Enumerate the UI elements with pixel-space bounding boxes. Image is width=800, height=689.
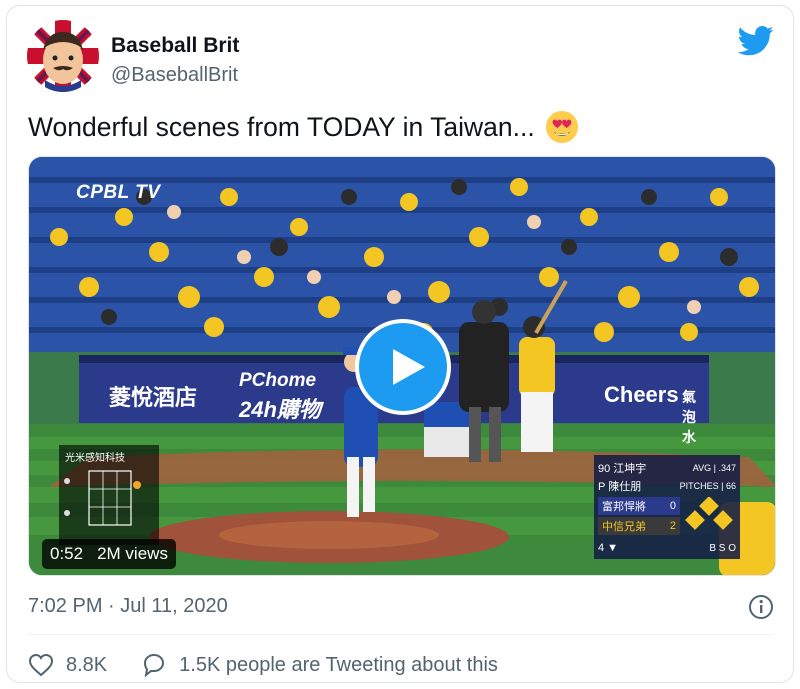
video-duration: 0:52 [50, 544, 84, 563]
inning-indicator: 4 ▼ [598, 542, 619, 554]
action-bar: 8.8K 1.5K people are Tweeting about this [28, 650, 498, 680]
count-indicator: B S O [709, 542, 736, 554]
tweet-text: Wonderful scenes from TODAY in Taiwan... [28, 110, 579, 144]
batter-label: 90 江坤宇 [598, 463, 647, 475]
team2-score: 2 [669, 520, 676, 532]
play-icon [393, 349, 425, 385]
tweet-body: Wonderful scenes from TODAY in Taiwan... [28, 111, 535, 142]
broadcast-logo: CPBL TV [76, 182, 161, 203]
like-count: 8.8K [66, 653, 108, 676]
bases-icon [685, 497, 733, 530]
video-player[interactable]: CPBL TV 菱悅酒店 PChome 24h購物 Cheers 氣泡水 光米感… [28, 156, 776, 576]
pitcher-label: P 陳仕朋 [598, 481, 642, 493]
pitch-location-box: 光米感知科技 [59, 445, 159, 545]
speech-bubble-icon [144, 653, 165, 677]
tweeting-about-button[interactable]: 1.5K people are Tweeting about this [141, 653, 498, 677]
play-button[interactable] [355, 319, 451, 415]
team1-score: 0 [669, 500, 676, 512]
pitch-count: PITCHES | 66 [679, 481, 736, 491]
heart-eyes-emoji-icon [545, 110, 578, 144]
heart-outline-icon [28, 653, 54, 677]
banner-hotel: 菱悅酒店 [109, 385, 198, 410]
banner-cheers-sub: 氣泡水 [682, 389, 696, 445]
tweeting-about-text: 1.5K people are Tweeting about this [179, 653, 498, 676]
team2-name: 中信兄弟 [602, 521, 646, 533]
batter-avg: AVG | .347 [692, 463, 736, 473]
video-views: 2M views [97, 544, 168, 563]
divider [28, 634, 773, 635]
tweet-card: Baseball Brit @BaseballBrit Wonderful sc… [6, 5, 794, 683]
video-duration-badge: 0:52 2M views [42, 539, 176, 569]
scoreboard: 90 江坤宇 AVG | .347 P 陳仕朋 PITCHES | 66 富邦悍… [594, 455, 740, 559]
author-handle[interactable]: @BaseballBrit [111, 64, 238, 87]
twitter-bird-icon[interactable] [737, 26, 774, 56]
info-circle-icon[interactable] [748, 594, 774, 620]
tweet-timestamp[interactable]: 7:02 PM · Jul 11, 2020 [28, 595, 228, 618]
avatar[interactable] [27, 20, 99, 92]
banner-24h: 24h購物 [239, 397, 321, 422]
banner-cheers: Cheers [604, 382, 679, 407]
author-name[interactable]: Baseball Brit [111, 34, 239, 58]
team1-name: 富邦悍將 [602, 501, 646, 513]
like-button[interactable]: 8.8K [28, 653, 107, 677]
banner-pchome: PChome [239, 370, 317, 391]
